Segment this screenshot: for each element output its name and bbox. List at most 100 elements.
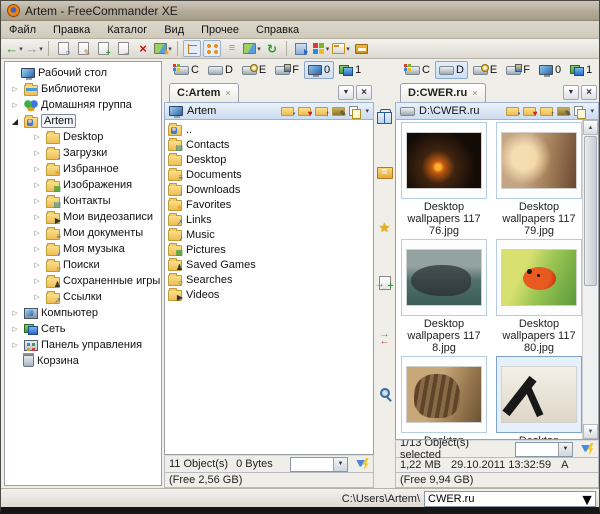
pack-button[interactable]: ★▾ xyxy=(154,40,172,57)
expander-icon[interactable]: ▷ xyxy=(31,149,43,157)
path-dropdown-icon[interactable]: ▾ xyxy=(365,107,369,115)
expander-icon[interactable]: ▷ xyxy=(9,309,21,317)
folder-up-icon[interactable]: ↑ xyxy=(315,107,328,116)
folder-edit-icon[interactable]: ✎ xyxy=(557,107,570,116)
path-bar-right[interactable]: D:\CWER.ru • ♥ ↑ ✎ ▾ xyxy=(395,102,599,120)
tree-item-desktop-root[interactable]: Рабочий стол xyxy=(5,65,161,81)
expander-icon[interactable]: ▷ xyxy=(31,165,43,173)
tree-toggle-button[interactable] xyxy=(183,40,201,57)
favorites-folder-icon[interactable]: ♥ xyxy=(298,107,311,116)
tree-item-favorites[interactable]: ▷★Избранное xyxy=(5,161,161,177)
tree-item-music[interactable]: ▷♪Моя музыка xyxy=(5,241,161,257)
drive-e-button[interactable]: E xyxy=(238,61,270,79)
tree-item-artem[interactable]: ◢Artem xyxy=(5,113,161,129)
expander-icon[interactable]: ▷ xyxy=(9,101,21,109)
expander-icon[interactable]: ◢ xyxy=(9,117,21,126)
tab-close-icon[interactable]: × xyxy=(472,89,477,98)
copy-to-other-panel-button[interactable]: →+ xyxy=(376,274,393,291)
menu-edit[interactable]: Правка xyxy=(53,24,90,36)
history-folder-icon[interactable]: • xyxy=(506,107,519,116)
view-file-button[interactable]: ○ xyxy=(54,40,72,57)
expander-icon[interactable]: ▷ xyxy=(31,133,43,141)
tab-list-dropdown-button[interactable]: ▼ xyxy=(338,85,354,100)
file-row-favorites[interactable]: ★Favorites xyxy=(166,197,372,212)
file-row-desktop[interactable]: Desktop xyxy=(166,152,372,167)
file-row-up[interactable]: .. xyxy=(166,122,372,137)
list-view-button[interactable]: ≡ xyxy=(223,40,241,57)
forward-dropdown-icon[interactable]: ▾ xyxy=(39,45,43,53)
menu-view[interactable]: Вид xyxy=(164,24,184,36)
refresh-button[interactable]: ↻ xyxy=(263,40,281,57)
menu-help[interactable]: Справка xyxy=(256,24,299,36)
thumbnails-view-button[interactable]: ▾ xyxy=(243,40,261,57)
tree-item-homegroup[interactable]: ▷Домашняя группа xyxy=(5,97,161,113)
title-bar[interactable]: Artem - FreeCommander XE xyxy=(1,1,599,21)
filter-input[interactable] xyxy=(291,458,333,471)
tree-item-links[interactable]: ▷↗Ссылки xyxy=(5,289,161,305)
filter-combo[interactable]: ▼ xyxy=(290,457,348,472)
drive-c-button[interactable]: C xyxy=(170,61,203,79)
thumbnail-item[interactable]: Desktop wallpapers 117 81.jpg xyxy=(398,356,490,440)
network-drive-button[interactable]: 1 xyxy=(566,61,596,79)
thumbnail-item[interactable]: Desktop wallpapers 117 79.jpg xyxy=(493,122,585,237)
folder-edit-icon[interactable]: ✎ xyxy=(332,107,345,116)
menu-file[interactable]: Файл xyxy=(9,24,36,36)
thumbnails-dropdown-icon[interactable]: ▾ xyxy=(257,45,261,53)
details-view-button[interactable] xyxy=(203,40,221,57)
tree-item-network[interactable]: ▷Сеть xyxy=(5,321,161,337)
file-row-documents[interactable]: ≡Documents xyxy=(166,167,372,182)
file-row-videos[interactable]: ▶Videos xyxy=(166,287,372,302)
preview-button[interactable] xyxy=(376,384,393,401)
move-button[interactable]: → xyxy=(114,40,132,57)
explorer-dropdown-icon[interactable]: ▾ xyxy=(326,45,330,53)
combo-arrow-icon[interactable]: ▼ xyxy=(333,458,347,471)
sync-folders-button[interactable] xyxy=(376,164,393,181)
expander-icon[interactable]: ▷ xyxy=(9,341,21,349)
file-row-contacts[interactable]: ▤Contacts xyxy=(166,137,372,152)
combo-arrow-icon[interactable]: ▼ xyxy=(558,443,572,456)
file-row-searches[interactable]: ○Searches xyxy=(166,272,372,287)
expander-icon[interactable]: ▷ xyxy=(31,293,43,301)
panel-close-button[interactable]: × xyxy=(356,85,372,100)
command-line-input[interactable] xyxy=(425,492,579,506)
path-dropdown-icon[interactable]: ▾ xyxy=(590,107,594,115)
history-folder-icon[interactable]: • xyxy=(281,107,294,116)
drive-f-button[interactable]: F xyxy=(502,61,534,79)
favorites-folder-icon[interactable]: ♥ xyxy=(523,107,536,116)
tree-item-contacts[interactable]: ▷▤Контакты xyxy=(5,193,161,209)
scroll-up-icon[interactable]: ▲ xyxy=(583,120,598,135)
file-row-music[interactable]: ♪Music xyxy=(166,227,372,242)
expander-icon[interactable]: ▷ xyxy=(9,85,21,93)
file-row-saved-games[interactable]: ♟Saved Games xyxy=(166,257,372,272)
thumbnail-item[interactable]: Desktop wallpapers 117 8.jpg xyxy=(398,239,490,354)
tab-d-cwer[interactable]: D:CWER.ru× xyxy=(400,83,486,102)
drive-f-button[interactable]: F xyxy=(271,61,303,79)
copy-path-icon[interactable] xyxy=(349,106,360,117)
desktop-drive-button[interactable]: 0 xyxy=(535,61,565,79)
copy-path-icon[interactable] xyxy=(574,106,585,117)
desktop-drive-button[interactable]: 0 xyxy=(304,61,334,79)
drive-d-button[interactable]: D xyxy=(435,61,468,79)
explorer-button[interactable]: ▾ xyxy=(312,40,330,57)
tree-item-libraries[interactable]: ▷Библиотеки xyxy=(5,81,161,97)
drive-e-button[interactable]: E xyxy=(469,61,501,79)
filter-icon[interactable] xyxy=(581,443,594,456)
edit-file-button[interactable]: ✎ xyxy=(74,40,92,57)
expander-icon[interactable]: ▷ xyxy=(31,213,43,221)
tree-item-searches[interactable]: ▷○Поиски xyxy=(5,257,161,273)
scroll-down-icon[interactable]: ▼ xyxy=(583,424,598,439)
tree-item-pictures[interactable]: ▷▦Изображения xyxy=(5,177,161,193)
command-prompt-button[interactable]: ▾ xyxy=(332,40,350,57)
expander-icon[interactable]: ▷ xyxy=(31,229,43,237)
compare-panels-button[interactable] xyxy=(376,109,393,126)
filter-icon[interactable] xyxy=(356,458,369,471)
favorites-tools-button[interactable]: ★ xyxy=(376,219,393,236)
folder-up-icon[interactable]: ↑ xyxy=(540,107,553,116)
tree-item-documents[interactable]: ▷≡Мои документы xyxy=(5,225,161,241)
menu-extras[interactable]: Прочее xyxy=(201,24,239,36)
tab-list-dropdown-button[interactable]: ▼ xyxy=(563,85,579,100)
expander-icon[interactable]: ▷ xyxy=(31,181,43,189)
tree-item-computer[interactable]: ▷Компьютер xyxy=(5,305,161,321)
delete-button[interactable]: × xyxy=(134,40,152,57)
tree-item-saved-games[interactable]: ▷♟Сохраненные игры xyxy=(5,273,161,289)
